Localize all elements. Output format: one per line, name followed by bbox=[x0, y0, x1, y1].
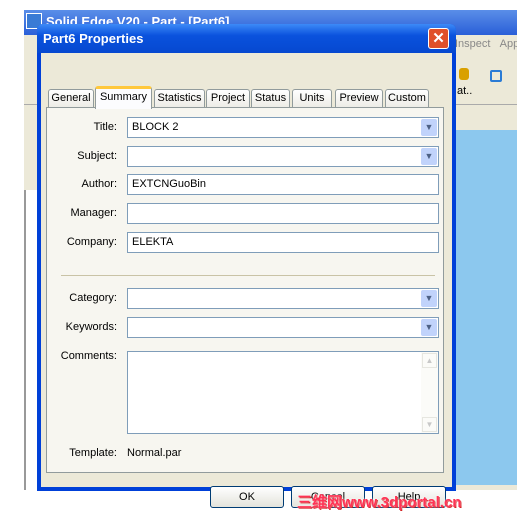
separator bbox=[61, 275, 435, 276]
tab-general[interactable]: General bbox=[48, 89, 94, 108]
author-input[interactable]: EXTCNGuoBin bbox=[127, 174, 439, 195]
tab-preview[interactable]: Preview bbox=[335, 89, 383, 108]
chevron-down-icon[interactable]: ▼ bbox=[421, 148, 437, 165]
tab-status[interactable]: Status bbox=[251, 89, 290, 108]
keywords-label: Keywords: bbox=[65, 321, 117, 333]
dialog-title: Part6 Properties bbox=[37, 24, 456, 53]
comments-label: Comments: bbox=[60, 350, 117, 362]
subject-label: Subject: bbox=[77, 150, 117, 162]
tab-custom[interactable]: Custom bbox=[385, 89, 429, 108]
title-combo[interactable]: BLOCK 2 ▼ bbox=[127, 117, 439, 138]
category-combo[interactable]: ▼ bbox=[127, 288, 439, 309]
scroll-up-icon[interactable]: ▲ bbox=[422, 353, 437, 368]
author-label: Author: bbox=[81, 178, 117, 190]
chevron-down-icon[interactable]: ▼ bbox=[421, 119, 437, 136]
menu-inspect[interactable]: Inspect bbox=[455, 38, 490, 50]
keywords-combo[interactable]: ▼ bbox=[127, 317, 439, 338]
close-button[interactable]: ✕ bbox=[428, 28, 449, 49]
manager-label: Manager: bbox=[70, 207, 117, 219]
toolbar-label[interactable]: at.. bbox=[457, 85, 472, 97]
toolbar-tool-icon[interactable] bbox=[459, 68, 469, 80]
category-label: Category: bbox=[69, 292, 117, 304]
subject-combo[interactable]: ▼ bbox=[127, 146, 439, 167]
template-label: Template: bbox=[69, 447, 117, 459]
chevron-down-icon[interactable]: ▼ bbox=[421, 319, 437, 336]
background-menu: Inspect App bbox=[455, 38, 517, 50]
scroll-down-icon[interactable]: ▼ bbox=[422, 417, 437, 432]
cube-icon[interactable] bbox=[490, 70, 502, 82]
comments-scrollbar[interactable]: ▲ ▼ bbox=[421, 352, 438, 433]
title-value: BLOCK 2 bbox=[132, 121, 179, 133]
title-label: Title: bbox=[93, 121, 117, 133]
summary-panel: Title: BLOCK 2 ▼ Subject: ▼ Author: EXTCN… bbox=[46, 107, 444, 473]
tab-units[interactable]: Units bbox=[292, 89, 332, 108]
edgebar-panel bbox=[24, 190, 37, 490]
menu-app[interactable]: App bbox=[500, 38, 517, 50]
tab-project[interactable]: Project bbox=[206, 89, 250, 108]
watermark: 三维网www.3dportal.cn bbox=[297, 494, 462, 511]
tab-summary[interactable]: Summary bbox=[95, 86, 152, 109]
chevron-down-icon[interactable]: ▼ bbox=[421, 290, 437, 307]
comments-textarea[interactable]: ▲ ▼ bbox=[127, 351, 439, 434]
graphics-canvas[interactable] bbox=[455, 130, 517, 485]
manager-input[interactable] bbox=[127, 203, 439, 224]
dialog-body: General Summary Statistics Project Statu… bbox=[41, 53, 452, 508]
company-label: Company: bbox=[66, 236, 117, 248]
tab-statistics[interactable]: Statistics bbox=[154, 89, 205, 108]
template-value: Normal.par bbox=[127, 447, 182, 459]
ok-button[interactable]: OK bbox=[210, 486, 284, 508]
properties-dialog: Part6 Properties ✕ General Summary Stati… bbox=[37, 24, 456, 508]
company-input[interactable]: ELEKTA bbox=[127, 232, 439, 253]
